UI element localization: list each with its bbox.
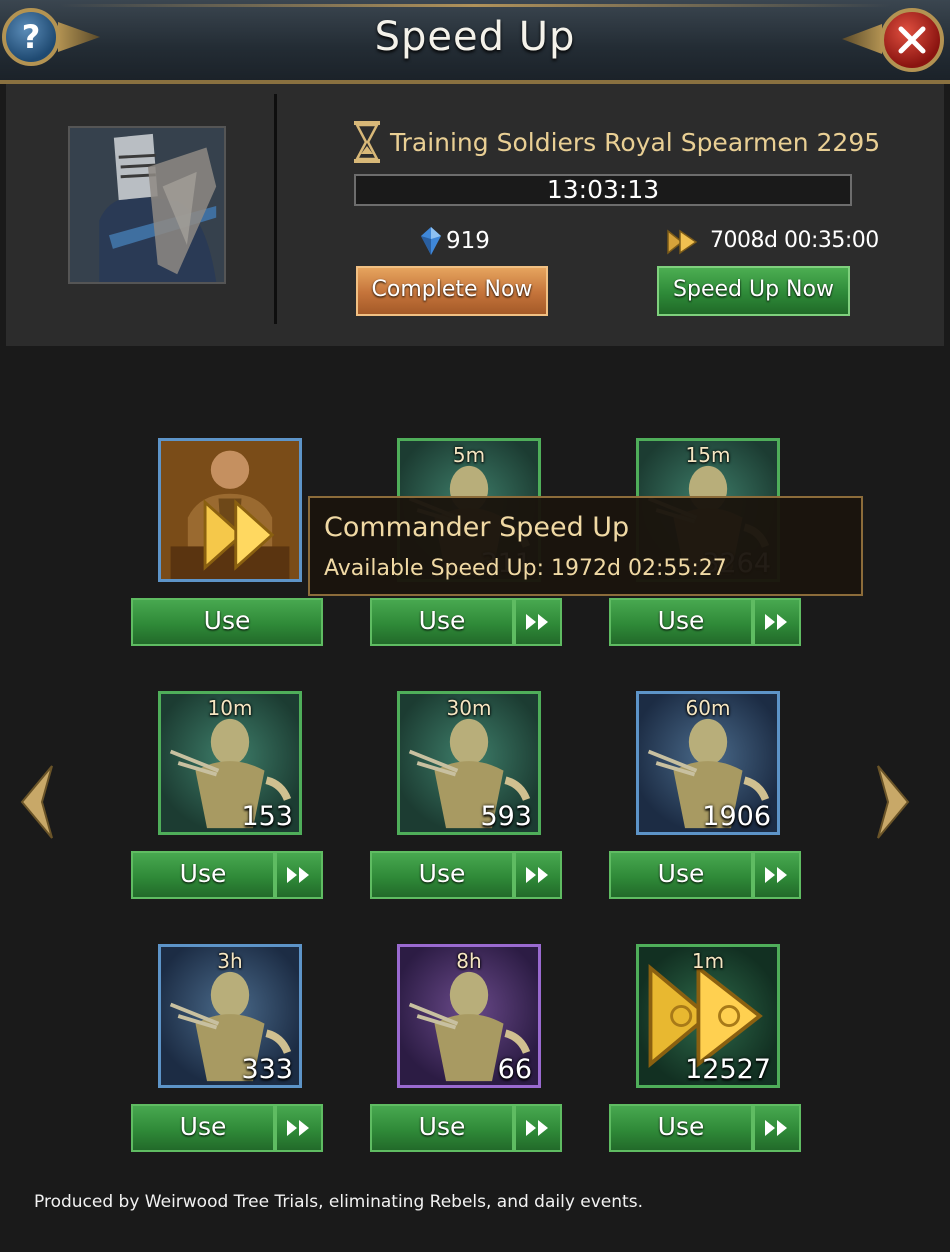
close-icon bbox=[898, 26, 926, 54]
complete-now-button[interactable]: Complete Now bbox=[356, 266, 548, 316]
fast-forward-icon bbox=[765, 614, 787, 630]
item-universal-speedup[interactable]: 1m 12527 bbox=[636, 944, 780, 1088]
dialog-header: ? Speed Up bbox=[0, 0, 950, 84]
close-button[interactable] bbox=[880, 8, 944, 72]
item-quantity: 593 bbox=[480, 801, 532, 832]
speedup-icon bbox=[667, 229, 698, 255]
item-training-speedup[interactable]: 60m 1906 bbox=[636, 691, 780, 835]
knight-image bbox=[70, 128, 224, 282]
item-duration: 1m bbox=[691, 949, 725, 973]
fast-forward-icon bbox=[287, 867, 309, 883]
use-button[interactable]: Use bbox=[609, 851, 753, 899]
gem-cost: 919 bbox=[446, 228, 490, 254]
item-quantity: 1906 bbox=[702, 801, 771, 832]
item-training-speedup[interactable]: 10m 153 bbox=[158, 691, 302, 835]
fast-forward-icon bbox=[765, 1120, 787, 1136]
use-button[interactable]: Use bbox=[131, 1104, 275, 1152]
tooltip-detail: Available Speed Up: 1972d 02:55:27 bbox=[324, 556, 727, 581]
hourglass-icon bbox=[354, 121, 380, 163]
item-commander-speedup[interactable] bbox=[158, 438, 302, 582]
use-multiple-button[interactable] bbox=[753, 851, 801, 899]
task-panel: Training Soldiers Royal Spearmen 2295 13… bbox=[6, 84, 944, 346]
fast-forward-icon bbox=[287, 1120, 309, 1136]
gem-icon bbox=[421, 227, 441, 255]
available-speedups: 7008d 00:35:00 bbox=[710, 228, 879, 253]
use-multiple-button[interactable] bbox=[275, 851, 323, 899]
use-button[interactable]: Use bbox=[370, 851, 514, 899]
use-multiple-button[interactable] bbox=[753, 598, 801, 646]
use-button[interactable]: Use bbox=[370, 598, 514, 646]
fast-forward-icon bbox=[526, 1120, 548, 1136]
item-quantity: 153 bbox=[241, 801, 293, 832]
header-trim bbox=[60, 4, 890, 7]
fast-forward-icon bbox=[526, 867, 548, 883]
previous-page-arrow-icon[interactable] bbox=[16, 762, 56, 842]
item-duration: 10m bbox=[207, 696, 253, 720]
use-multiple-button[interactable] bbox=[514, 1104, 562, 1152]
panel-divider bbox=[274, 94, 277, 324]
use-multiple-button[interactable] bbox=[753, 1104, 801, 1152]
task-title: Training Soldiers Royal Spearmen 2295 bbox=[390, 128, 881, 157]
item-duration: 8h bbox=[456, 949, 482, 973]
item-duration: 60m bbox=[685, 696, 731, 720]
use-button[interactable]: Use bbox=[131, 598, 323, 646]
use-button[interactable]: Use bbox=[609, 1104, 753, 1152]
item-training-speedup[interactable]: 30m 593 bbox=[397, 691, 541, 835]
next-page-arrow-icon[interactable] bbox=[874, 762, 914, 842]
use-button[interactable]: Use bbox=[609, 598, 753, 646]
use-button[interactable]: Use bbox=[370, 1104, 514, 1152]
commander-speedup-icon bbox=[161, 441, 299, 579]
fast-forward-icon bbox=[765, 867, 787, 883]
remaining-time: 13:03:13 bbox=[546, 175, 660, 204]
use-multiple-button[interactable] bbox=[514, 851, 562, 899]
item-duration: 15m bbox=[685, 443, 731, 467]
item-duration: 30m bbox=[446, 696, 492, 720]
item-tooltip: Commander Speed Up Available Speed Up: 1… bbox=[308, 496, 863, 596]
item-training-speedup[interactable]: 3h 333 bbox=[158, 944, 302, 1088]
item-quantity: 66 bbox=[497, 1054, 532, 1085]
footer-note: Produced by Weirwood Tree Trials, elimin… bbox=[34, 1192, 643, 1212]
use-button[interactable]: Use bbox=[131, 851, 275, 899]
item-quantity: 12527 bbox=[685, 1054, 771, 1085]
use-multiple-button[interactable] bbox=[514, 598, 562, 646]
item-quantity: 333 bbox=[241, 1054, 293, 1085]
use-multiple-button[interactable] bbox=[275, 1104, 323, 1152]
item-duration: 5m bbox=[452, 443, 486, 467]
dialog-title: Speed Up bbox=[374, 14, 576, 60]
speed-up-now-button[interactable]: Speed Up Now bbox=[657, 266, 850, 316]
item-duration: 3h bbox=[217, 949, 243, 973]
fast-forward-icon bbox=[526, 614, 548, 630]
tooltip-title: Commander Speed Up bbox=[324, 512, 630, 543]
soldier-portrait bbox=[68, 126, 226, 284]
progress-bar: 13:03:13 bbox=[354, 174, 852, 206]
item-training-speedup[interactable]: 8h 66 bbox=[397, 944, 541, 1088]
